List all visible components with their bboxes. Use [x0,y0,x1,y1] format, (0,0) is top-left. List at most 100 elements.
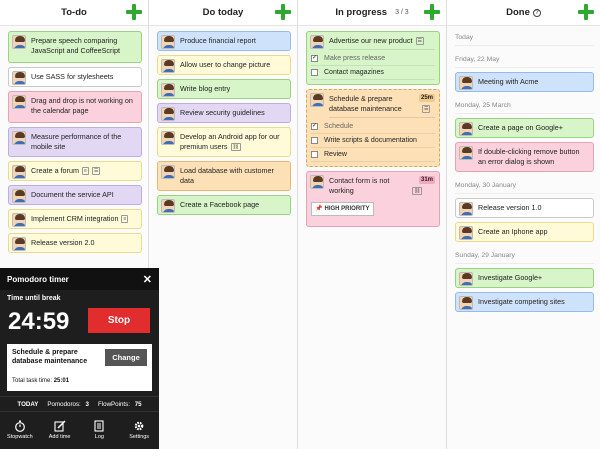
card-text: Contact form is not working [329,176,390,195]
checkbox-icon[interactable] [311,151,318,158]
subtask-label: Write scripts & documentation [324,136,417,144]
task-card[interactable]: Create a page on Google+ [455,118,594,138]
task-card[interactable]: Review security guidelines [157,103,291,123]
task-card[interactable]: Produce financial report [157,31,291,51]
task-card[interactable]: Measure performance of the mobile site [8,127,142,157]
card-text: Review security guidelines [180,108,265,117]
subtask-item[interactable]: Contact magazines [311,66,435,80]
task-card[interactable]: Advertise our new product ☰ ✓ Make press r… [306,31,440,85]
subtask-item[interactable]: ✓ Make press release [311,52,435,66]
avatar [459,146,473,160]
card-text: Measure performance of the mobile site [31,132,122,151]
avatar [310,93,324,107]
avatar [310,35,324,49]
card-text: Write blog entry [180,84,231,93]
help-icon[interactable]: ? [532,8,541,17]
avatar [459,272,473,286]
column-done: Done ? Today Friday, 22 May Meeting with… [447,0,600,449]
column-title: Done [506,7,530,18]
add-card-icon[interactable] [126,4,142,20]
today-stats: TODAY Pomodoros: 3 FlowPoints: 75 [0,396,159,412]
card-text: Create a forum [31,166,79,175]
checklist-icon: ☰ [415,37,424,46]
avatar [12,165,26,179]
avatar [459,296,473,310]
task-card[interactable]: Create a Facebook page [157,195,291,215]
task-card[interactable]: Write blog entry [157,79,291,99]
subtask-item[interactable]: Review [311,148,435,162]
task-card[interactable]: Release version 2.0 [8,233,142,253]
card-text: Document the service API [31,190,114,199]
tool-label: Settings [129,434,150,440]
task-card[interactable]: Develop an Android app for our premium u… [157,127,291,157]
description-icon: ≡ [81,167,89,176]
task-card[interactable]: If double-clicking remove button an erro… [455,142,594,172]
card-text: Allow user to change picture [180,60,271,69]
task-card-active[interactable]: Schedule & prepare database maintenance ☰… [306,89,440,167]
card-text: Load database with customer data [180,166,274,185]
task-card[interactable]: Drag and drop is not working on the cale… [8,91,142,123]
today-label: TODAY [17,400,39,408]
column-title: In progress [335,7,388,18]
task-card[interactable]: Investigate Google+ [455,268,594,288]
card-text: Advertise our new product [329,36,413,45]
subtask-label: Schedule [324,122,354,130]
subtask-item[interactable]: Write scripts & documentation [311,134,435,148]
stop-button[interactable]: Stop [88,308,150,333]
edit-icon [54,420,66,432]
priority-badge: 📌 HIGH PRIORITY [311,202,374,216]
checkbox-icon[interactable] [311,137,318,144]
pomodoro-panel: Pomodoro timer ✕ Time until break 24:59 … [0,268,159,449]
task-card[interactable]: Release version 1.0 [455,198,594,218]
task-card[interactable]: Meeting with Acme [455,72,594,92]
gear-icon [134,421,144,431]
current-task-name: Schedule & prepare database maintenance [12,349,88,365]
close-icon[interactable]: ✕ [143,273,152,286]
checkbox-icon[interactable] [311,69,318,76]
checkbox-checked-icon[interactable]: ✓ [311,55,318,62]
task-card[interactable]: Create an Iphone app [455,222,594,242]
pomodoro-header: Pomodoro timer ✕ [0,268,159,290]
date-group-header: Today [455,28,594,46]
card-text: Create a page on Google+ [478,123,563,132]
stopwatch-button[interactable]: Stopwatch [2,418,38,449]
date-group-header: Monday, 25 March [455,96,594,114]
task-card[interactable]: Create a forum ≡ ☰ [8,161,142,181]
change-task-button[interactable]: Change [105,349,147,366]
settings-button[interactable]: Settings [121,418,157,449]
log-icon [94,420,104,432]
add-card-icon[interactable] [424,4,440,20]
column-header: Do today [149,0,297,26]
column-title: To-do [61,7,87,18]
log-button[interactable]: Log [81,418,117,449]
avatar [12,71,26,85]
checkbox-checked-icon[interactable]: ✓ [311,123,318,130]
task-card[interactable]: Contact form is not working ⛓ 31m 📌 HIGH PR… [306,171,440,227]
task-card[interactable]: Prepare speech comparing JavaScript and … [8,31,142,63]
flowpoints-stat: FlowPoints: 75 [97,400,142,408]
task-card[interactable]: Load database with customer data [157,161,291,191]
card-text: Use SASS for stylesheets [31,72,114,81]
wip-count: 3 / 3 [395,9,409,16]
pomodoro-title: Pomodoro timer [7,274,69,284]
add-card-icon[interactable] [578,4,594,20]
avatar [12,35,26,49]
task-card[interactable]: Document the service API [8,185,142,205]
add-card-icon[interactable] [275,4,291,20]
column-in-progress: In progress 3 / 3 Advertise our new prod… [298,0,447,449]
task-card[interactable]: Use SASS for stylesheets [8,67,142,87]
card-text: Investigate competing sites [478,297,565,306]
column-title: Do today [202,7,244,18]
subtask-item[interactable]: ✓ Schedule [311,120,435,134]
avatar [161,83,175,97]
task-card[interactable]: Investigate competing sites [455,292,594,312]
avatar [12,95,26,109]
pomodoro-toolbar: Stopwatch Add time Log Settings [0,418,159,449]
timer-display: 24:59 [8,308,70,335]
card-text: Produce financial report [180,36,256,45]
task-card[interactable]: Implement CRM integration ≡ [8,209,142,229]
task-card[interactable]: Allow user to change picture [157,55,291,75]
card-text: If double-clicking remove button an erro… [478,147,580,166]
avatar [459,76,473,90]
add-time-button[interactable]: Add time [42,418,78,449]
